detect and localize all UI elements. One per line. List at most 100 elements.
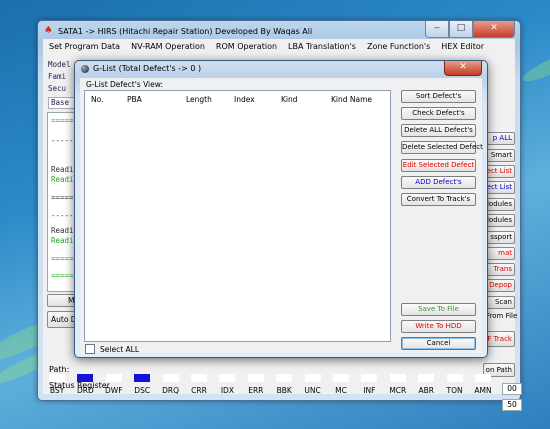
status-bit-label: CRR — [191, 386, 207, 395]
edit-selected-defect-button[interactable]: Edit Selected Defect — [401, 159, 476, 172]
add-defects-button[interactable]: ADD Defect's — [401, 176, 476, 189]
convert-to-tracks-button[interactable]: Convert To Track's — [401, 193, 476, 206]
g-list-dialog: G-List (Total Defect's -> 0 ) ✕ G-List D… — [74, 60, 488, 358]
status-indicator — [134, 374, 151, 382]
log-line: Readi — [51, 226, 74, 235]
status-bit-bbk: BBK — [271, 374, 297, 395]
group-label: G-List Defect's View: — [86, 80, 163, 89]
status-indicator — [418, 374, 435, 382]
status-indicator — [77, 374, 94, 382]
number-box[interactable]: 50 — [502, 399, 522, 411]
menu-bar: Set Program Data NV-RAM Operation ROM Op… — [43, 39, 515, 54]
number-box[interactable]: 00 — [502, 383, 522, 395]
menu-nv-ram-operation[interactable]: NV-RAM Operation — [131, 42, 205, 51]
log-line: Readi — [51, 175, 74, 184]
status-indicator — [475, 374, 491, 382]
menu-set-program-data[interactable]: Set Program Data — [49, 42, 120, 51]
dialog-icon — [81, 64, 89, 73]
save-to-file-button[interactable]: Save To File — [401, 303, 476, 316]
status-bit-label: IDX — [220, 386, 234, 395]
column-header-no[interactable]: No. — [91, 95, 103, 104]
security-label: Secu — [48, 84, 67, 93]
dialog-close-button[interactable]: ✕ — [444, 61, 482, 76]
checkbox-box[interactable] — [85, 344, 95, 354]
status-indicator — [162, 374, 179, 382]
dialog-client-area: G-List Defect's View: No. PBA Length Ind… — [80, 78, 483, 354]
column-header-kind-name[interactable]: Kind Name — [331, 95, 372, 104]
maximize-button[interactable]: □ — [449, 21, 473, 38]
log-line: Readi — [51, 236, 74, 245]
log-line: Readi — [51, 165, 74, 174]
status-bit-label: AMN — [474, 386, 492, 395]
defect-list[interactable]: No. PBA Length Index Kind Kind Name — [84, 90, 391, 342]
sort-defects-button[interactable]: Sort Defect's — [401, 90, 476, 103]
status-indicator — [361, 374, 378, 382]
from-file-label[interactable]: From File — [486, 312, 517, 320]
status-indicator — [446, 374, 463, 382]
delete-all-defects-button[interactable]: Delete ALL Defect's — [401, 124, 476, 137]
family-label: Fami — [48, 72, 67, 81]
delete-selected-defect-button[interactable]: Delete Selected Defect — [401, 141, 483, 154]
status-bit-drq: DRQ — [158, 374, 184, 395]
status-bit-label: ERR — [248, 386, 264, 395]
status-bit-label: INF — [363, 386, 376, 395]
cancel-button[interactable]: Cancel — [401, 337, 476, 350]
status-bit-amn: AMN — [470, 374, 496, 395]
status-bit-label: DWF — [105, 386, 123, 395]
close-button[interactable]: ✕ — [473, 21, 515, 38]
status-indicator — [389, 374, 406, 382]
status-indicator — [191, 374, 207, 382]
status-bit-inf: INF — [356, 374, 382, 395]
status-bit-unc: UNC — [300, 374, 326, 395]
select-all-label: Select ALL — [100, 344, 140, 354]
write-to-hdd-button[interactable]: Write To HDD — [401, 320, 476, 333]
menu-lba-translations[interactable]: LBA Translation's — [288, 42, 356, 51]
status-bit-ton: TON — [442, 374, 468, 395]
status-indicator — [105, 374, 122, 382]
status-bit-label: BSY — [49, 386, 65, 395]
select-all-checkbox[interactable]: Select ALL — [85, 344, 139, 354]
drive-info: Model Fami Secu — [48, 59, 71, 95]
status-bit-label: DRD — [77, 386, 94, 395]
dialog-title-bar: G-List (Total Defect's -> 0 ) — [81, 64, 201, 73]
log-line: ===== — [51, 116, 74, 125]
status-bit-label: UNC — [304, 386, 321, 395]
model-label: Model — [48, 60, 71, 69]
app-icon: ♠ — [44, 25, 53, 36]
status-bit-label: DRQ — [162, 386, 180, 395]
window-title: SATA1 -> HIRS (Hitachi Repair Station) D… — [58, 26, 313, 36]
status-bit-mcr: MCR — [385, 374, 411, 395]
status-bit-bsy: BSY — [44, 374, 70, 395]
log-line: ----- — [51, 136, 74, 145]
column-header-index[interactable]: Index — [234, 95, 255, 104]
column-header-pba[interactable]: PBA — [127, 95, 142, 104]
status-bit-crr: CRR — [186, 374, 212, 395]
status-bit-label: ABR — [418, 386, 434, 395]
status-bit-mc: MC — [328, 374, 354, 395]
status-bit-label: MCR — [389, 386, 407, 395]
status-bit-label: MC — [335, 386, 347, 395]
column-header-kind[interactable]: Kind — [281, 95, 298, 104]
dialog-title: G-List (Total Defect's -> 0 ) — [93, 64, 202, 73]
minimize-button[interactable]: ‒ — [425, 21, 449, 38]
status-bit-dsc: DSC — [129, 374, 155, 395]
status-indicator — [247, 374, 264, 382]
menu-zone-functions[interactable]: Zone Function's — [367, 42, 430, 51]
status-bit-idx: IDX — [214, 374, 240, 395]
log-line: ===== — [51, 193, 74, 202]
check-defects-button[interactable]: Check Defect's — [401, 107, 476, 120]
log-line: ----- — [51, 211, 74, 220]
status-indicator — [219, 374, 236, 382]
menu-hex-editor[interactable]: HEX Editor — [441, 42, 484, 51]
status-bit-drd: DRD — [72, 374, 98, 395]
menu-rom-operation[interactable]: ROM Operation — [216, 42, 277, 51]
log-line: ===== — [51, 271, 74, 280]
status-bit-err: ERR — [243, 374, 269, 395]
log-line: ===== — [51, 254, 74, 263]
column-header-length[interactable]: Length — [186, 95, 212, 104]
status-bit-label: DSC — [134, 386, 151, 395]
status-bit-label: BBK — [276, 386, 292, 395]
caption-buttons: ‒ □ ✕ — [425, 21, 515, 38]
status-bit-abr: ABR — [413, 374, 439, 395]
status-indicator — [276, 374, 293, 382]
